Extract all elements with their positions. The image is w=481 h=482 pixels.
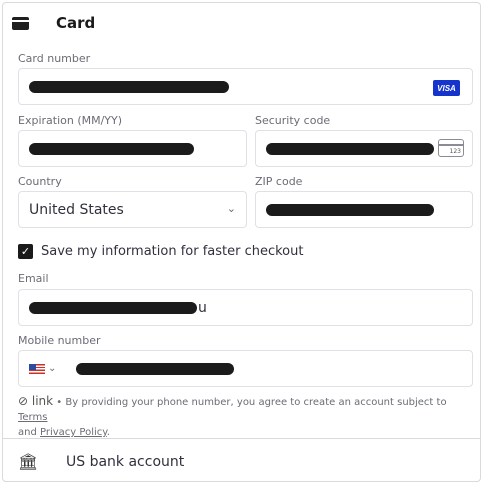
- bank-label: US bank account: [66, 453, 185, 470]
- redacted-value: [266, 142, 434, 155]
- legal-text: ⊘ link • By providing your phone number,…: [18, 394, 447, 438]
- security-code-input[interactable]: 123: [255, 130, 473, 167]
- save-info-checkbox[interactable]: ✓: [18, 244, 33, 259]
- us-bank-account-option[interactable]: 🏛 US bank account: [18, 452, 184, 471]
- card-number-label: Card number: [18, 52, 91, 65]
- link-logo-icon: ⊘ link: [18, 394, 54, 408]
- redacted-value: [29, 142, 194, 155]
- zip-label: ZIP code: [255, 175, 303, 188]
- save-info-label: Save my information for faster checkout: [41, 244, 304, 259]
- country-code-select[interactable]: ⌄: [29, 363, 56, 374]
- cvc-card-icon: 123: [438, 139, 464, 157]
- security-code-label: Security code: [255, 114, 331, 127]
- card-section-title: Card: [56, 14, 96, 32]
- redacted-value: [29, 301, 197, 314]
- country-value: United States: [29, 201, 124, 218]
- privacy-policy-link[interactable]: Privacy Policy: [40, 427, 107, 438]
- mobile-input[interactable]: ⌄: [18, 350, 473, 387]
- expiration-label: Expiration (MM/YY): [18, 114, 123, 127]
- card-number-input[interactable]: VISA: [18, 68, 473, 105]
- zip-input[interactable]: [255, 191, 473, 228]
- redacted-value: [76, 362, 235, 375]
- email-label: Email: [18, 272, 49, 285]
- mobile-label: Mobile number: [18, 334, 101, 347]
- terms-link[interactable]: Terms: [18, 412, 47, 423]
- country-select[interactable]: United States ⌄: [18, 191, 247, 228]
- card-section-header[interactable]: Card: [12, 11, 95, 35]
- country-label: Country: [18, 175, 62, 188]
- bank-icon: 🏛: [18, 452, 39, 471]
- section-divider: [2, 438, 481, 439]
- us-flag-icon: [29, 363, 45, 374]
- chevron-down-icon: ⌄: [226, 202, 236, 215]
- visa-logo-icon: VISA: [433, 80, 460, 96]
- expiration-input[interactable]: [18, 130, 247, 167]
- redacted-value: [29, 80, 229, 93]
- chevron-down-icon: ⌄: [48, 363, 57, 374]
- email-visible-suffix: u: [198, 299, 207, 316]
- save-info-row[interactable]: ✓ Save my information for faster checkou…: [18, 244, 303, 259]
- redacted-value: [266, 203, 434, 216]
- email-input[interactable]: u: [18, 289, 473, 326]
- credit-card-icon: [12, 16, 29, 30]
